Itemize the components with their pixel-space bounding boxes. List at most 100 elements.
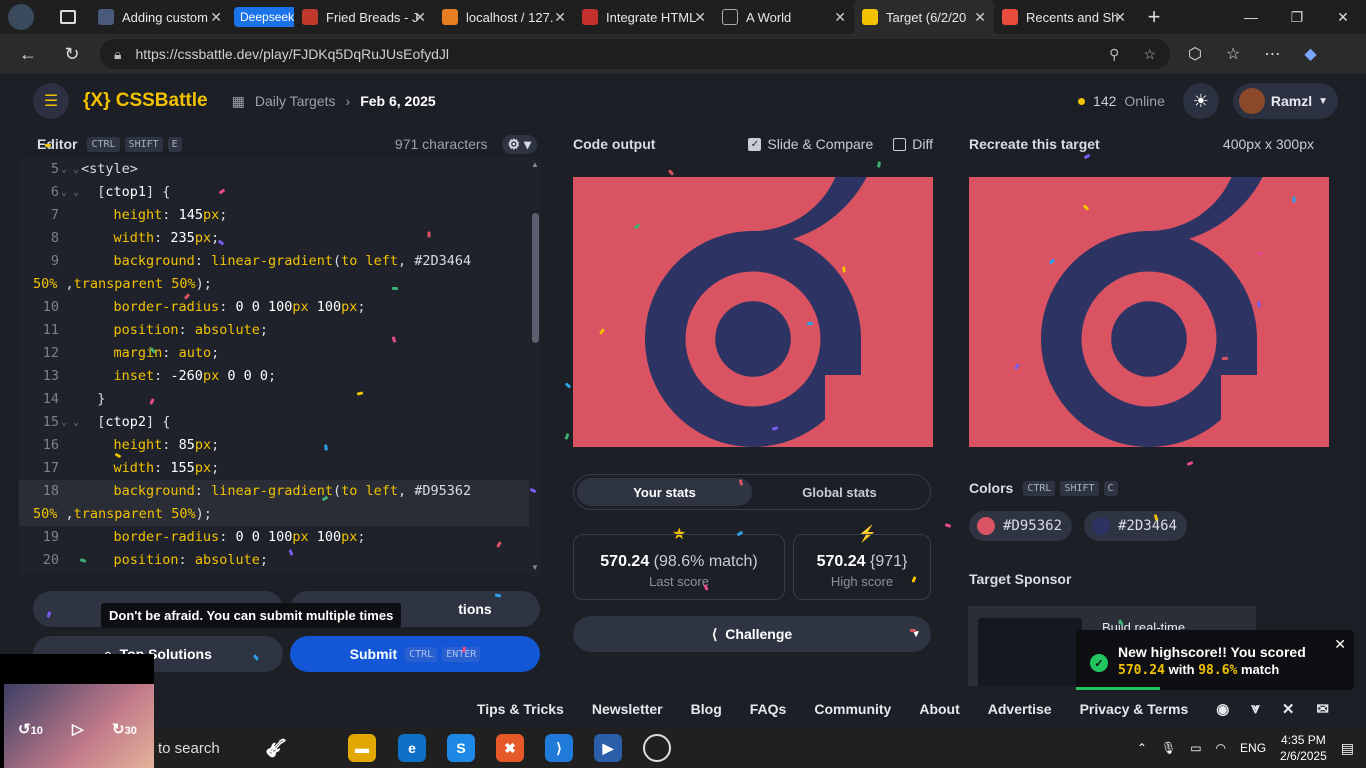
logo[interactable]: {X} CSSBattle: [83, 90, 208, 112]
code-line[interactable]: 5 ⌄ ⌄ <style>: [19, 158, 541, 181]
favorite-star-icon[interactable]: ☆: [1143, 46, 1156, 63]
theme-toggle-icon[interactable]: ☀: [1182, 83, 1219, 119]
url-field[interactable]: 🔒︎ https://cssbattle.dev/play/FJDKq5DqRu…: [100, 39, 1170, 69]
menu-icon[interactable]: ☰: [33, 83, 69, 119]
more-menu-icon[interactable]: ⋯: [1264, 44, 1280, 64]
guitar-app-icon[interactable]: 🎸︎: [262, 734, 290, 762]
workspaces-icon[interactable]: [60, 10, 76, 24]
tab-global-stats[interactable]: Global stats: [752, 478, 927, 506]
code-line[interactable]: 20 position: absolute;: [19, 549, 541, 572]
file-explorer-icon[interactable]: ▬: [348, 734, 376, 762]
media-player-icon[interactable]: ▶: [594, 734, 622, 762]
footer-link[interactable]: Advertise: [988, 701, 1052, 717]
code-line[interactable]: 10 border-radius: 0 0 100px 100px;: [19, 296, 541, 319]
tab-group-label[interactable]: Deepseek: [234, 7, 294, 27]
extensions-icon[interactable]: ⬡: [1188, 44, 1202, 64]
footer-link[interactable]: Privacy & Terms: [1080, 701, 1189, 717]
scroll-down-icon[interactable]: ▼: [531, 563, 539, 572]
code-line[interactable]: 50% ,transparent 50%);: [19, 503, 541, 526]
browser-tab[interactable]: Fried Breads - J ✕: [294, 0, 434, 34]
fold-icon[interactable]: ⌄ ⌄: [59, 158, 81, 181]
back-icon[interactable]: ←: [10, 44, 46, 65]
favorites-icon[interactable]: ☆: [1226, 44, 1240, 64]
battery-icon[interactable]: ▭: [1190, 741, 1201, 755]
minimize-icon[interactable]: —: [1228, 9, 1274, 26]
video-pip[interactable]: ↺10 ▷ ↻30: [0, 654, 154, 768]
color-chip[interactable]: #D95362: [969, 511, 1073, 541]
footer-link[interactable]: FAQs: [750, 701, 787, 717]
footer-link[interactable]: Community: [814, 701, 891, 717]
code-line[interactable]: 19 border-radius: 0 0 100px 100px;: [19, 526, 541, 549]
diff-checkbox[interactable]: [893, 137, 907, 151]
code-line[interactable]: 18 background: linear-gradient(to left, …: [19, 480, 541, 503]
editor-scrollbar[interactable]: ▲ ▼: [529, 158, 541, 574]
vscode-icon[interactable]: ⟩: [545, 734, 573, 762]
refresh-icon[interactable]: ↻: [54, 44, 90, 65]
new-tab-button[interactable]: +: [1134, 4, 1174, 30]
code-line[interactable]: 13 inset: -260px 0 0 0;: [19, 365, 541, 388]
xampp-icon[interactable]: ✖: [496, 734, 524, 762]
code-line[interactable]: 50% ,transparent 50%);: [19, 273, 541, 296]
user-menu-button[interactable]: Ramzl ▼: [1232, 83, 1338, 119]
code-line[interactable]: 11 position: absolute;: [19, 319, 541, 342]
browser-tab[interactable]: Integrate HTML ✕: [574, 0, 714, 34]
close-tab-icon[interactable]: ✕: [414, 9, 426, 26]
fold-icon[interactable]: ⌄ ⌄: [59, 181, 81, 204]
code-line[interactable]: 7 height: 145px;: [19, 204, 541, 227]
code-line[interactable]: 16 height: 85px;: [19, 434, 541, 457]
submit-button[interactable]: Submit CTRL ENTER: [290, 636, 540, 672]
edge-icon[interactable]: e: [398, 734, 426, 762]
close-tab-icon[interactable]: ✕: [554, 9, 566, 26]
close-tab-icon[interactable]: ✕: [1114, 9, 1126, 26]
profile-avatar[interactable]: [8, 4, 34, 30]
footer-link[interactable]: About: [919, 701, 959, 717]
obs-icon[interactable]: [643, 734, 671, 762]
target-canvas[interactable]: [969, 177, 1329, 447]
bluesky-icon[interactable]: ⩔: [1251, 700, 1259, 718]
chevron-up-icon[interactable]: ⌃: [1137, 741, 1147, 755]
x-twitter-icon[interactable]: ✕: [1282, 700, 1295, 718]
slide-compare-checkbox[interactable]: ✓: [748, 137, 762, 151]
clock[interactable]: 4:35 PM 2/6/2025: [1280, 732, 1327, 764]
maximize-icon[interactable]: ❐: [1274, 9, 1320, 26]
copilot-icon[interactable]: ◆: [1304, 44, 1316, 64]
browser-tab[interactable]: Adding custom ✕: [90, 0, 230, 34]
browser-tab[interactable]: A World ✕: [714, 0, 854, 34]
code-line[interactable]: 6 ⌄ ⌄ [ctop1] {: [19, 181, 541, 204]
play-icon[interactable]: ▷: [72, 720, 84, 738]
footer-link[interactable]: Blog: [691, 701, 722, 717]
lock-icon[interactable]: 🔒︎: [114, 46, 121, 63]
code-line[interactable]: 8 width: 235px;: [19, 227, 541, 250]
close-window-icon[interactable]: ✕: [1320, 9, 1366, 26]
browser-tab-active[interactable]: Target (6/2/20 ✕: [854, 0, 994, 34]
close-tab-icon[interactable]: ✕: [834, 9, 846, 26]
notifications-icon[interactable]: ▤: [1341, 740, 1354, 757]
fold-icon[interactable]: ⌄ ⌄: [59, 411, 81, 434]
footer-link[interactable]: Newsletter: [592, 701, 663, 717]
taskbar-search[interactable]: to search: [154, 728, 344, 768]
microphone-icon[interactable]: 🎙︎: [1161, 741, 1176, 755]
rewind-icon[interactable]: ↺10: [18, 720, 43, 738]
code-lines[interactable]: 5 ⌄ ⌄ <style> 6 ⌄ ⌄ [ctop1] {7 height: 145px…: [19, 158, 541, 572]
code-line[interactable]: 15 ⌄ ⌄ [ctop2] {: [19, 411, 541, 434]
close-toast-icon[interactable]: ✕: [1334, 636, 1346, 653]
code-line[interactable]: 17 width: 155px;: [19, 457, 541, 480]
code-output-canvas[interactable]: [573, 177, 933, 447]
tab-group[interactable]: Deepseek: [230, 0, 294, 34]
code-editor[interactable]: 5 ⌄ ⌄ <style> 6 ⌄ ⌄ [ctop1] {7 height: 145px…: [19, 158, 541, 574]
tab-your-stats[interactable]: Your stats: [577, 478, 752, 506]
code-line[interactable]: 14 }: [19, 388, 541, 411]
challenge-button[interactable]: ⟨ Challenge ▼: [573, 616, 931, 652]
code-line[interactable]: 9 background: linear-gradient(to left, #…: [19, 250, 541, 273]
breadcrumb-daily-targets[interactable]: Daily Targets: [255, 93, 336, 109]
wifi-icon[interactable]: ◠: [1216, 741, 1226, 755]
footer-link[interactable]: Tips & Tricks: [477, 701, 564, 717]
language-indicator[interactable]: ENG: [1240, 741, 1266, 755]
scroll-up-icon[interactable]: ▲: [531, 160, 539, 169]
mail-icon[interactable]: ✉: [1316, 700, 1329, 718]
close-tab-icon[interactable]: ✕: [694, 9, 706, 26]
browser-tab[interactable]: Recents and Sh ✕: [994, 0, 1134, 34]
browser-tab[interactable]: localhost / 127. ✕: [434, 0, 574, 34]
color-chip[interactable]: #2D3464: [1084, 511, 1188, 541]
scroll-thumb[interactable]: [532, 213, 539, 343]
